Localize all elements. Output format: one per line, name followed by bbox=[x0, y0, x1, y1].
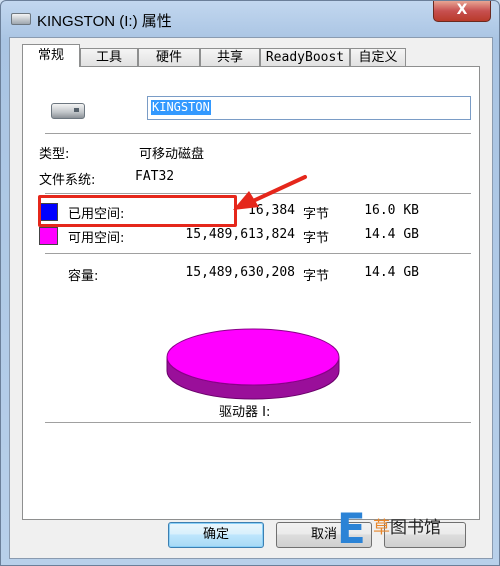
capacity-bytes: 15,489,630,208 bbox=[185, 265, 295, 280]
drive-name-selected: KINGSTON bbox=[151, 100, 211, 115]
disk-usage-pie-chart bbox=[166, 328, 340, 400]
divider bbox=[45, 253, 471, 254]
dialog-client: 常规 工具 硬件 共享 ReadyBoost 自定义 KINGSTON 类型: … bbox=[9, 37, 493, 559]
tab-hardware[interactable]: 硬件 bbox=[138, 48, 200, 66]
tab-tools[interactable]: 工具 bbox=[80, 48, 138, 66]
drive-name-input[interactable]: KINGSTON bbox=[147, 96, 471, 120]
drive-letter-label: 驱动器 I: bbox=[219, 405, 271, 420]
capacity-label: 容量: bbox=[68, 269, 99, 284]
type-value: 可移动磁盘 bbox=[139, 147, 205, 162]
close-button[interactable]: X bbox=[433, 1, 491, 22]
free-space-unit: 字节 bbox=[303, 231, 330, 246]
divider bbox=[45, 133, 471, 134]
tab-general[interactable]: 常规 bbox=[22, 44, 80, 67]
free-space-bytes: 15,489,613,824 bbox=[185, 227, 295, 242]
watermark-text: 草图书馆 bbox=[373, 518, 441, 538]
ok-button[interactable]: 确定 bbox=[168, 522, 264, 548]
highlight-box bbox=[38, 195, 237, 227]
filesystem-value: FAT32 bbox=[135, 169, 175, 184]
properties-window: KINGSTON (I:) 属性 X 常规 工具 硬件 共享 ReadyBoos… bbox=[0, 0, 500, 566]
usb-drive-icon bbox=[51, 103, 85, 119]
tab-readyboost[interactable]: ReadyBoost bbox=[260, 48, 350, 66]
window-title: KINGSTON (I:) 属性 bbox=[37, 13, 172, 30]
free-space-size: 14.4 GB bbox=[364, 227, 419, 242]
tab-customize[interactable]: 自定义 bbox=[350, 48, 406, 66]
capacity-unit: 字节 bbox=[303, 269, 330, 284]
watermark: E 草图书馆 bbox=[329, 505, 499, 565]
used-space-size: 16.0 KB bbox=[364, 203, 419, 218]
watermark-logo: E bbox=[337, 504, 366, 553]
tab-sharing[interactable]: 共享 bbox=[200, 48, 260, 66]
usb-drive-icon bbox=[11, 13, 31, 25]
free-space-swatch bbox=[39, 227, 58, 245]
general-panel: KINGSTON 类型: 可移动磁盘 文件系统: FAT32 已用空间: 16,… bbox=[22, 66, 480, 520]
title-bar[interactable]: KINGSTON (I:) 属性 X bbox=[1, 1, 499, 37]
filesystem-label: 文件系统: bbox=[39, 173, 96, 188]
annotation-arrow bbox=[233, 175, 307, 210]
type-label: 类型: bbox=[39, 147, 70, 162]
capacity-size: 14.4 GB bbox=[364, 265, 419, 280]
free-space-label: 可用空间: bbox=[68, 231, 125, 246]
divider bbox=[45, 422, 471, 423]
